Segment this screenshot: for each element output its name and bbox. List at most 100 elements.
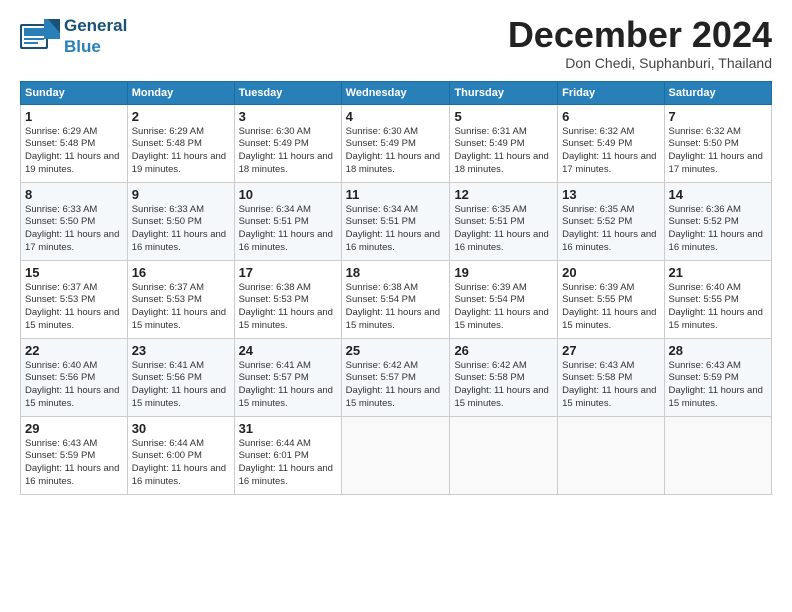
calendar-cell: 9 Sunrise: 6:33 AMSunset: 5:50 PMDaylight… <box>127 182 234 260</box>
calendar-cell: 19Sunrise: 6:39 AMSunset: 5:54 PMDayligh… <box>450 260 558 338</box>
day-number: 18 <box>346 265 446 280</box>
day-number: 1 <box>25 109 123 124</box>
day-info: Sunrise: 6:43 AMSunset: 5:59 PMDaylight:… <box>669 360 763 409</box>
calendar-cell: 11Sunrise: 6:34 AMSunset: 5:51 PMDayligh… <box>341 182 450 260</box>
day-info: Sunrise: 6:31 AMSunset: 5:49 PMDaylight:… <box>454 126 548 175</box>
calendar-cell: 7 Sunrise: 6:32 AMSunset: 5:50 PMDaylight… <box>664 104 771 182</box>
calendar-cell: 12Sunrise: 6:35 AMSunset: 5:51 PMDayligh… <box>450 182 558 260</box>
day-info: Sunrise: 6:40 AMSunset: 5:55 PMDaylight:… <box>669 282 763 331</box>
day-number: 8 <box>25 187 123 202</box>
calendar-cell: 25Sunrise: 6:42 AMSunset: 5:57 PMDayligh… <box>341 338 450 416</box>
day-info: Sunrise: 6:41 AMSunset: 5:56 PMDaylight:… <box>132 360 226 409</box>
day-info: Sunrise: 6:36 AMSunset: 5:52 PMDaylight:… <box>669 204 763 253</box>
week-row-5: 29Sunrise: 6:43 AMSunset: 5:59 PMDayligh… <box>21 416 772 494</box>
week-row-4: 22 Sunrise: 6:40 AMSunset: 5:56 PMDayligh… <box>21 338 772 416</box>
calendar-cell: 13 Sunrise: 6:35 AMSunset: 5:52 PMDayligh… <box>558 182 664 260</box>
day-number: 21 <box>669 265 767 280</box>
day-number: 24 <box>239 343 337 358</box>
calendar-cell: 16 Sunrise: 6:37 AMSunset: 5:53 PMDayligh… <box>127 260 234 338</box>
day-number: 15 <box>25 265 123 280</box>
day-number: 28 <box>669 343 767 358</box>
day-number: 11 <box>346 187 446 202</box>
header-day-wednesday: Wednesday <box>341 81 450 104</box>
calendar-body: 1 Sunrise: 6:29 AMSunset: 5:48 PMDaylight… <box>21 104 772 494</box>
header-day-friday: Friday <box>558 81 664 104</box>
day-number: 19 <box>454 265 553 280</box>
day-number: 9 <box>132 187 230 202</box>
header-day-monday: Monday <box>127 81 234 104</box>
calendar-cell: 18 Sunrise: 6:38 AMSunset: 5:54 PMDayligh… <box>341 260 450 338</box>
calendar-cell: 31Sunrise: 6:44 AMSunset: 6:01 PMDayligh… <box>234 416 341 494</box>
calendar-cell: 8Sunrise: 6:33 AMSunset: 5:50 PMDaylight… <box>21 182 128 260</box>
calendar-cell: 28 Sunrise: 6:43 AMSunset: 5:59 PMDayligh… <box>664 338 771 416</box>
day-info: Sunrise: 6:29 AMSunset: 5:48 PMDaylight:… <box>25 126 119 175</box>
day-info: Sunrise: 6:43 AMSunset: 5:58 PMDaylight:… <box>562 360 656 409</box>
day-info: Sunrise: 6:34 AMSunset: 5:51 PMDaylight:… <box>239 204 333 253</box>
day-info: Sunrise: 6:39 AMSunset: 5:55 PMDaylight:… <box>562 282 656 331</box>
day-info: Sunrise: 6:32 AMSunset: 5:49 PMDaylight:… <box>562 126 656 175</box>
header-day-saturday: Saturday <box>664 81 771 104</box>
calendar-cell: 15 Sunrise: 6:37 AMSunset: 5:53 PMDayligh… <box>21 260 128 338</box>
day-info: Sunrise: 6:44 AMSunset: 6:01 PMDaylight:… <box>239 438 333 487</box>
day-info: Sunrise: 6:38 AMSunset: 5:54 PMDaylight:… <box>346 282 440 331</box>
logo-text: General Blue <box>64 15 127 57</box>
day-number: 16 <box>132 265 230 280</box>
calendar-cell: 23 Sunrise: 6:41 AMSunset: 5:56 PMDayligh… <box>127 338 234 416</box>
calendar-cell: 3 Sunrise: 6:30 AMSunset: 5:49 PMDaylight… <box>234 104 341 182</box>
calendar-cell: 5 Sunrise: 6:31 AMSunset: 5:49 PMDaylight… <box>450 104 558 182</box>
logo: General Blue <box>20 15 127 57</box>
calendar-cell <box>341 416 450 494</box>
day-info: Sunrise: 6:32 AMSunset: 5:50 PMDaylight:… <box>669 126 763 175</box>
calendar-table: SundayMondayTuesdayWednesdayThursdayFrid… <box>20 81 772 495</box>
day-info: Sunrise: 6:30 AMSunset: 5:49 PMDaylight:… <box>239 126 333 175</box>
header-day-tuesday: Tuesday <box>234 81 341 104</box>
calendar-cell: 6Sunrise: 6:32 AMSunset: 5:49 PMDaylight… <box>558 104 664 182</box>
day-number: 13 <box>562 187 659 202</box>
calendar-cell: 20 Sunrise: 6:39 AMSunset: 5:55 PMDayligh… <box>558 260 664 338</box>
day-number: 12 <box>454 187 553 202</box>
day-number: 10 <box>239 187 337 202</box>
calendar-cell: 26 Sunrise: 6:42 AMSunset: 5:58 PMDayligh… <box>450 338 558 416</box>
day-info: Sunrise: 6:37 AMSunset: 5:53 PMDaylight:… <box>132 282 226 331</box>
month-title: December 2024 <box>508 15 772 55</box>
day-info: Sunrise: 6:42 AMSunset: 5:57 PMDaylight:… <box>346 360 440 409</box>
day-info: Sunrise: 6:41 AMSunset: 5:57 PMDaylight:… <box>239 360 333 409</box>
calendar-cell <box>450 416 558 494</box>
logo-icon <box>20 19 60 54</box>
day-number: 27 <box>562 343 659 358</box>
calendar-cell: 21 Sunrise: 6:40 AMSunset: 5:55 PMDayligh… <box>664 260 771 338</box>
day-number: 3 <box>239 109 337 124</box>
calendar-header-row: SundayMondayTuesdayWednesdayThursdayFrid… <box>21 81 772 104</box>
week-row-3: 15 Sunrise: 6:37 AMSunset: 5:53 PMDayligh… <box>21 260 772 338</box>
header-day-thursday: Thursday <box>450 81 558 104</box>
day-info: Sunrise: 6:29 AMSunset: 5:48 PMDaylight:… <box>132 126 226 175</box>
calendar-cell: 14 Sunrise: 6:36 AMSunset: 5:52 PMDayligh… <box>664 182 771 260</box>
calendar-cell: 30Sunrise: 6:44 AMSunset: 6:00 PMDayligh… <box>127 416 234 494</box>
day-info: Sunrise: 6:30 AMSunset: 5:49 PMDaylight:… <box>346 126 440 175</box>
day-info: Sunrise: 6:33 AMSunset: 5:50 PMDaylight:… <box>132 204 226 253</box>
header-day-sunday: Sunday <box>21 81 128 104</box>
location-subtitle: Don Chedi, Suphanburi, Thailand <box>508 55 772 71</box>
day-info: Sunrise: 6:40 AMSunset: 5:56 PMDaylight:… <box>25 360 119 409</box>
day-info: Sunrise: 6:42 AMSunset: 5:58 PMDaylight:… <box>454 360 548 409</box>
day-number: 26 <box>454 343 553 358</box>
day-info: Sunrise: 6:37 AMSunset: 5:53 PMDaylight:… <box>25 282 119 331</box>
day-number: 20 <box>562 265 659 280</box>
day-info: Sunrise: 6:35 AMSunset: 5:52 PMDaylight:… <box>562 204 656 253</box>
day-info: Sunrise: 6:43 AMSunset: 5:59 PMDaylight:… <box>25 438 119 487</box>
logo-blue: Blue <box>64 37 101 56</box>
day-number: 7 <box>669 109 767 124</box>
day-number: 22 <box>25 343 123 358</box>
day-number: 14 <box>669 187 767 202</box>
day-info: Sunrise: 6:38 AMSunset: 5:53 PMDaylight:… <box>239 282 333 331</box>
day-number: 30 <box>132 421 230 436</box>
calendar-cell <box>558 416 664 494</box>
day-number: 5 <box>454 109 553 124</box>
day-number: 23 <box>132 343 230 358</box>
week-row-2: 8 Sunrise: 6:33 AMSunset: 5:50 PMDaylight… <box>21 182 772 260</box>
day-number: 4 <box>346 109 446 124</box>
day-number: 2 <box>132 109 230 124</box>
week-row-1: 1 Sunrise: 6:29 AMSunset: 5:48 PMDaylight… <box>21 104 772 182</box>
calendar-cell <box>664 416 771 494</box>
calendar-cell: 10 Sunrise: 6:34 AMSunset: 5:51 PMDayligh… <box>234 182 341 260</box>
